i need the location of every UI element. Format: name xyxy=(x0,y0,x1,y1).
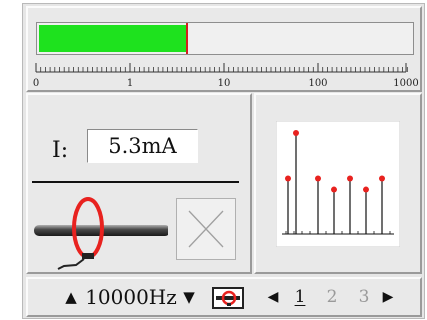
spectrum-panel[interactable] xyxy=(254,93,422,274)
level-bar-fill xyxy=(39,25,187,52)
spectrum-marker xyxy=(363,186,369,193)
page-3-button[interactable]: 3 xyxy=(355,285,373,309)
reading-panel: I: 5.3mA xyxy=(26,93,252,274)
triangle-down-icon[interactable]: ▼ xyxy=(180,285,198,309)
x-mark-icon xyxy=(188,210,224,248)
status-box xyxy=(176,198,236,260)
current-value-display: 5.3mA xyxy=(87,129,198,163)
spectrum-marker xyxy=(331,186,337,193)
triangle-up-icon[interactable]: ▲ xyxy=(62,285,80,309)
frequency-value[interactable]: 10000Hz xyxy=(80,285,182,309)
log-scale: 0 1 10 100 1000 xyxy=(33,63,419,89)
scale-label-10: 10 xyxy=(218,78,231,89)
spectrum-marker xyxy=(293,130,299,136)
page-1-button[interactable]: 1 xyxy=(291,285,309,309)
spectrum-marker xyxy=(285,175,291,182)
scale-label-1: 1 xyxy=(127,78,133,89)
level-bar-peak-marker xyxy=(186,23,188,54)
page-2-button[interactable]: 2 xyxy=(323,285,341,309)
spectrum-marker xyxy=(315,175,321,182)
current-clamp-icon xyxy=(34,197,168,270)
current-label: I: xyxy=(52,138,69,163)
page-next-button[interactable]: ▶ xyxy=(380,285,396,309)
spectrum-marker xyxy=(379,175,385,182)
divider-line xyxy=(32,181,239,183)
scale-label-100: 100 xyxy=(308,78,327,89)
scale-label-0: 0 xyxy=(33,78,39,89)
level-bar xyxy=(36,22,414,55)
clamp-mode-icon xyxy=(216,290,240,306)
harmonic-spectrum-icon xyxy=(276,121,400,247)
clamp-mode-button[interactable] xyxy=(212,287,244,309)
page-prev-button[interactable]: ◀ xyxy=(265,285,281,309)
bottom-toolbar: ▲ 10000Hz ▼ ◀ 1 2 3 ▶ xyxy=(26,277,422,317)
meter-panel: 0 1 10 100 1000 xyxy=(26,6,422,92)
spectrum-marker xyxy=(347,175,353,182)
scale-label-1000: 1000 xyxy=(393,78,418,89)
